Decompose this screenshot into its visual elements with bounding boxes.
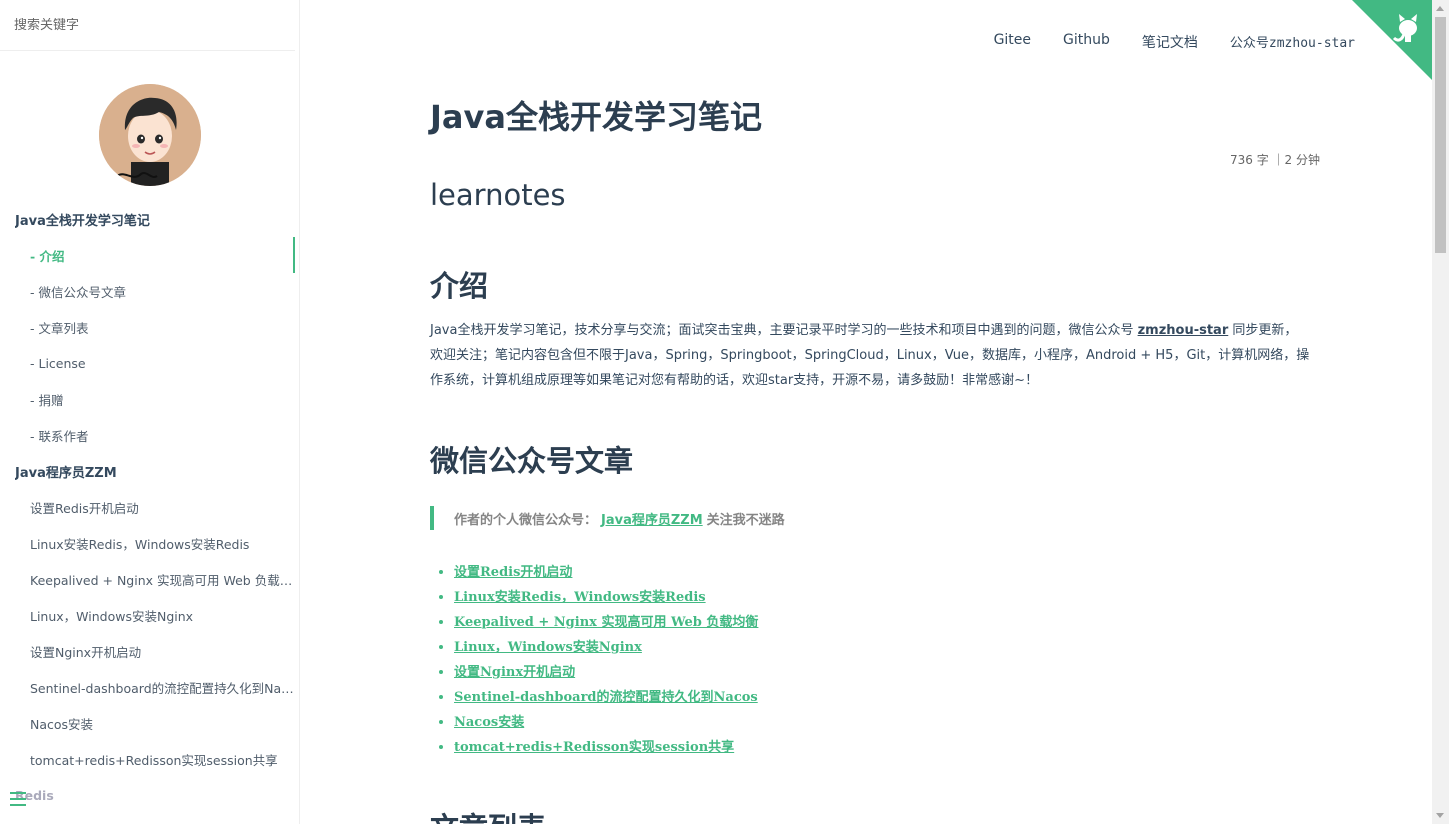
avatar-image <box>98 84 201 186</box>
search-bar <box>0 0 295 51</box>
article-link[interactable]: Linux，Windows安装Nginx <box>454 640 642 655</box>
nav-link-docs[interactable]: 笔记文档 <box>1142 32 1198 52</box>
article-link[interactable]: Linux安装Redis，Windows安装Redis <box>454 590 706 605</box>
wechat-link[interactable]: zmzhou-star <box>1138 323 1229 338</box>
list-item: Linux安装Redis，Windows安装Redis <box>454 586 758 611</box>
sidebar-section-redis[interactable]: Redis <box>0 777 299 813</box>
sidebar-article[interactable]: Nacos安装 <box>0 705 299 741</box>
avatar-container <box>0 51 299 201</box>
article-link[interactable]: tomcat+redis+Redisson实现session共享 <box>454 740 734 755</box>
quote-link[interactable]: Java程序员ZZM <box>601 509 703 528</box>
sidebar-section-java-fullstack[interactable]: Java全栈开发学习笔记 <box>0 201 299 237</box>
sidebar-article[interactable]: tomcat+redis+Redisson实现session共享 <box>0 741 299 777</box>
list-item: 设置Redis开机启动 <box>454 561 758 586</box>
sidebar-item-article-list[interactable]: - 文章列表 <box>0 309 299 345</box>
wechat-heading: 微信公众号文章 <box>430 444 634 478</box>
search-input[interactable] <box>14 17 274 33</box>
scroll-up-icon[interactable] <box>1436 6 1444 11</box>
avatar[interactable] <box>98 84 201 186</box>
sidebar-section-zzm[interactable]: Java程序员ZZM <box>0 453 299 489</box>
sidebar-item-license[interactable]: - License <box>0 345 299 381</box>
nav-link-gitee[interactable]: Gitee <box>994 32 1031 52</box>
sidebar-article[interactable]: Linux安装Redis，Windows安装Redis <box>0 525 299 561</box>
menu-icon[interactable] <box>10 792 26 810</box>
sidebar-item-wechat-articles[interactable]: - 微信公众号文章 <box>0 273 299 309</box>
sidebar-item-contact[interactable]: - 联系作者 <box>0 417 299 453</box>
article-list-heading: 文章列表 <box>430 805 546 824</box>
sidebar-article[interactable]: 设置Redis开机启动 <box>0 489 299 525</box>
list-item: Sentinel-dashboard的流控配置持久化到Nacos <box>454 686 758 711</box>
article-link-list: 设置Redis开机启动 Linux安装Redis，Windows安装Redis … <box>454 561 758 761</box>
intro-text: Java全栈开发学习笔记，技术分享与交流；面试突击宝典，主要记录平时学习的一些技… <box>430 323 1138 338</box>
author-quote: 作者的个人微信公众号： Java程序员ZZM 关注我不迷路 <box>430 506 785 530</box>
page-title: Java全栈开发学习笔记 <box>430 98 762 136</box>
article-link[interactable]: 设置Redis开机启动 <box>454 565 572 580</box>
sidebar-article[interactable]: 设置Nginx开机启动 <box>0 633 299 669</box>
sidebar-nav: Java全栈开发学习笔记 - 介绍 - 微信公众号文章 - 文章列表 - Lic… <box>0 201 299 813</box>
top-nav: Gitee Github 笔记文档 公众号zmzhou-star <box>994 32 1355 52</box>
word-count: 736 字 ｜2 分钟 <box>1230 153 1320 167</box>
github-corner-icon[interactable] <box>1352 0 1432 80</box>
list-item: tomcat+redis+Redisson实现session共享 <box>454 736 758 761</box>
sidebar-article[interactable]: Linux，Windows安装Nginx <box>0 597 299 633</box>
scrollbar-thumb[interactable] <box>1435 17 1446 253</box>
list-item: Keepalived + Nginx 实现高可用 Web 负载均衡 <box>454 611 758 636</box>
nav-link-wechat[interactable]: 公众号zmzhou-star <box>1230 32 1355 52</box>
intro-paragraph: Java全栈开发学习笔记，技术分享与交流；面试突击宝典，主要记录平时学习的一些技… <box>430 318 1310 393</box>
article-link[interactable]: 设置Nginx开机启动 <box>454 665 575 680</box>
sidebar: Java全栈开发学习笔记 - 介绍 - 微信公众号文章 - 文章列表 - Lic… <box>0 0 300 824</box>
quote-suffix: 关注我不迷路 <box>706 512 785 528</box>
list-item: Linux，Windows安装Nginx <box>454 636 758 661</box>
scrollbar[interactable] <box>1432 0 1449 824</box>
sidebar-item-donate[interactable]: - 捐赠 <box>0 381 299 417</box>
sidebar-article[interactable]: Keepalived + Nginx 实现高可用 Web 负载均衡 <box>0 561 299 597</box>
scroll-down-icon[interactable] <box>1436 813 1444 818</box>
sidebar-article[interactable]: Sentinel-dashboard的流控配置持久化到Nacos <box>0 669 299 705</box>
sidebar-item-intro[interactable]: - 介绍 <box>0 237 295 273</box>
intro-heading: 介绍 <box>430 269 489 303</box>
list-item: Nacos安装 <box>454 711 758 736</box>
quote-prefix: 作者的个人微信公众号： <box>454 512 598 528</box>
nav-link-github[interactable]: Github <box>1063 32 1110 52</box>
list-item: 设置Nginx开机启动 <box>454 661 758 686</box>
article-link[interactable]: Nacos安装 <box>454 715 524 730</box>
article-link[interactable]: Sentinel-dashboard的流控配置持久化到Nacos <box>454 690 758 705</box>
subtitle-heading: learnotes <box>430 178 566 212</box>
article-link[interactable]: Keepalived + Nginx 实现高可用 Web 负载均衡 <box>454 615 758 630</box>
